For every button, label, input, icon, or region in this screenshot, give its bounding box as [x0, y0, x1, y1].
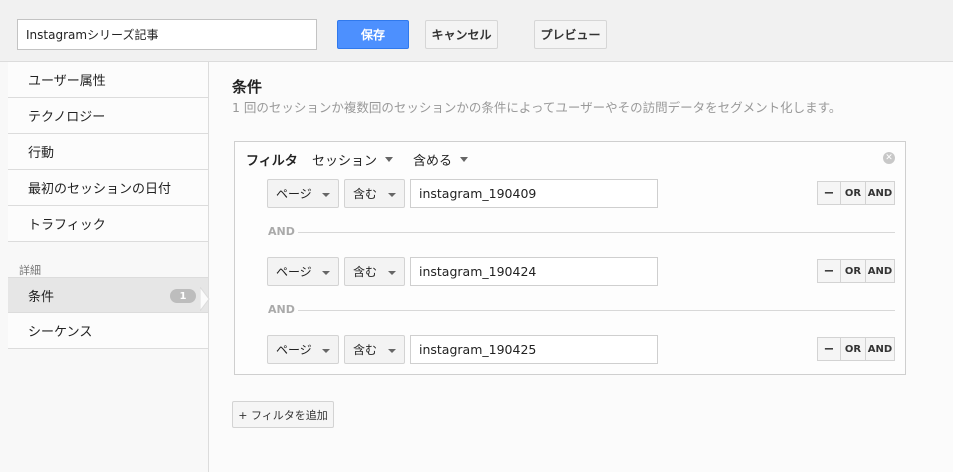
sidebar-item-label: 最初のセッションの日付 [28, 182, 172, 197]
chevron-down-icon [388, 349, 396, 353]
operator-dropdown[interactable]: 含む [344, 335, 405, 364]
section-description: 1 回のセッションか複数回のセッションかの条件によってユーザーやその訪問データを… [232, 100, 842, 115]
or-button[interactable]: OR [840, 181, 866, 205]
chevron-down-icon [322, 193, 330, 197]
dimension-value: ページ [276, 187, 312, 201]
add-filter-button[interactable]: + フィルタを追加 [232, 401, 334, 428]
chevron-down-icon [385, 157, 394, 162]
or-button[interactable]: OR [840, 337, 866, 361]
separator-line [298, 232, 895, 233]
cancel-button[interactable]: キャンセル [425, 20, 498, 49]
filter-label: フィルタ [246, 154, 298, 169]
close-icon[interactable]: ✕ [883, 152, 895, 164]
sidebar-item-conditions[interactable]: 条件 1 [8, 277, 208, 313]
chevron-down-icon [460, 157, 469, 162]
filter-mode-value: 含める [413, 154, 453, 169]
segment-name-input[interactable] [17, 19, 317, 50]
condition-operator-buttons: − OR AND [817, 259, 897, 283]
operator-dropdown[interactable]: 含む [344, 257, 405, 286]
and-button[interactable]: AND [865, 181, 895, 205]
sidebar-item-label: シーケンス [28, 325, 93, 340]
sidebar-item-technology[interactable]: テクノロジー [8, 98, 208, 134]
remove-condition-button[interactable]: − [817, 337, 841, 361]
dimension-dropdown[interactable]: ページ [267, 257, 339, 286]
chevron-down-icon [388, 271, 396, 275]
remove-condition-button[interactable]: − [817, 181, 841, 205]
and-button[interactable]: AND [865, 259, 895, 283]
filter-scope-dropdown[interactable]: セッション [312, 150, 394, 169]
sidebar: ユーザー属性 テクノロジー 行動 最初のセッションの日付 トラフィック 詳細 条… [0, 62, 210, 472]
count-badge: 1 [170, 289, 196, 303]
sidebar-item-label: 条件 [28, 289, 55, 305]
and-button[interactable]: AND [865, 337, 895, 361]
sidebar-item-sequences[interactable]: シーケンス [8, 313, 208, 349]
filter-scope-value: セッション [312, 154, 378, 169]
operator-value: 含む [353, 265, 378, 279]
dimension-dropdown[interactable]: ページ [267, 179, 339, 208]
and-separator-label: AND [268, 303, 295, 316]
sidebar-item-traffic[interactable]: トラフィック [8, 206, 208, 242]
chevron-down-icon [322, 349, 330, 353]
preview-button[interactable]: プレビュー [534, 20, 607, 49]
remove-condition-button[interactable]: − [817, 259, 841, 283]
chevron-down-icon [388, 193, 396, 197]
sidebar-item-label: ユーザー属性 [28, 74, 106, 89]
operator-dropdown[interactable]: 含む [344, 179, 405, 208]
dimension-value: ページ [276, 265, 312, 279]
toolbar: 保存 キャンセル プレビュー [0, 0, 953, 62]
sidebar-item-label: トラフィック [28, 218, 106, 233]
operator-value: 含む [353, 343, 378, 357]
section-title: 条件 [232, 78, 263, 96]
or-button[interactable]: OR [840, 259, 866, 283]
operator-value: 含む [353, 187, 378, 201]
condition-value-input[interactable] [410, 335, 658, 364]
condition-operator-buttons: − OR AND [817, 181, 897, 205]
condition-operator-buttons: − OR AND [817, 337, 897, 361]
save-button[interactable]: 保存 [337, 20, 409, 49]
dimension-value: ページ [276, 343, 312, 357]
sidebar-item-first-session-date[interactable]: 最初のセッションの日付 [8, 170, 208, 206]
filter-panel: フィルタ セッション 含める ✕ ページ 含む − OR AND AND ページ… [234, 141, 906, 375]
chevron-down-icon [322, 271, 330, 275]
dimension-dropdown[interactable]: ページ [267, 335, 339, 364]
sidebar-item-label: テクノロジー [28, 110, 106, 125]
condition-value-input[interactable] [410, 257, 658, 286]
sidebar-item-demographics[interactable]: ユーザー属性 [8, 62, 208, 98]
separator-line [298, 310, 895, 311]
filter-mode-dropdown[interactable]: 含める [413, 150, 469, 169]
sidebar-group-advanced-label: 詳細 [19, 264, 41, 277]
condition-value-input[interactable] [410, 179, 658, 208]
sidebar-item-behavior[interactable]: 行動 [8, 134, 208, 170]
and-separator-label: AND [268, 225, 295, 238]
active-pointer-icon [200, 287, 210, 311]
sidebar-item-label: 行動 [28, 146, 55, 161]
